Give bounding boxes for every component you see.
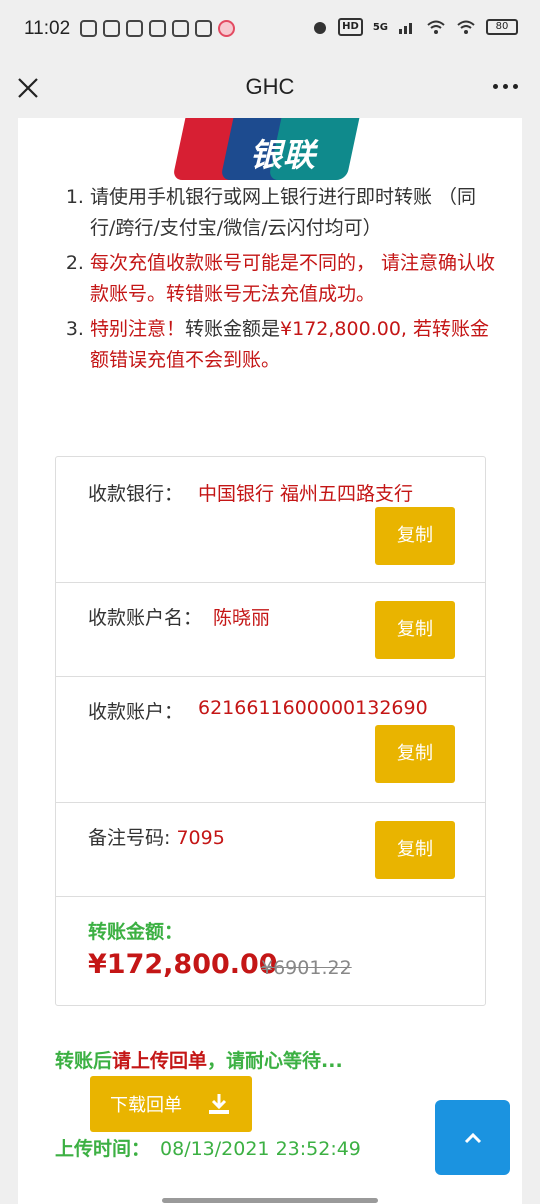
status-indicators: HD 5G 80 bbox=[312, 18, 518, 36]
upload-notice: 转账后请上传回单，请耐心等待... bbox=[55, 1050, 343, 1072]
account-name-row: 收款账户名： 陈晓丽 复制 bbox=[56, 583, 485, 677]
app-notification-icon bbox=[149, 20, 166, 37]
copy-bank-button[interactable]: 复制 bbox=[375, 507, 455, 565]
wifi-icon bbox=[427, 20, 445, 34]
account-name-label: 收款账户名： bbox=[88, 607, 203, 629]
app-notification-icon bbox=[195, 20, 212, 37]
note-row: 备注号码: 7095 复制 bbox=[56, 803, 485, 897]
unionpay-logo: 银联 bbox=[172, 118, 374, 180]
back-to-top-button[interactable] bbox=[435, 1100, 510, 1175]
alarm-icon bbox=[314, 22, 327, 34]
copy-account-name-button[interactable]: 复制 bbox=[375, 601, 455, 659]
original-amount: ¥6901.22 bbox=[261, 957, 352, 979]
app-notification-icon bbox=[126, 20, 143, 37]
signal-icon bbox=[399, 23, 412, 34]
download-receipt-button[interactable]: 下载回单 bbox=[90, 1076, 252, 1132]
page-title: GHC bbox=[245, 74, 295, 99]
network-type: 5G bbox=[372, 21, 388, 33]
copy-note-button[interactable]: 复制 bbox=[375, 821, 455, 879]
wifi-icon bbox=[457, 20, 475, 34]
bank-label: 收款银行： bbox=[88, 483, 184, 505]
amount-label: 转账金额： bbox=[88, 921, 184, 943]
copy-account-number-button[interactable]: 复制 bbox=[375, 725, 455, 783]
battery-icon: 80 bbox=[486, 19, 518, 35]
payment-page: 银联 请使用手机银行或网上银行进行即时转账 （同行/跨行/支付宝/微信/云闪付均… bbox=[18, 118, 522, 1204]
account-number-value: 6216611600000132690 bbox=[198, 697, 428, 719]
home-indicator[interactable] bbox=[162, 1198, 378, 1203]
download-label: 下载回单 bbox=[110, 1095, 182, 1116]
account-number-row: 收款账户： 6216611600000132690 复制 bbox=[56, 677, 485, 803]
instruction-item: 请使用手机银行或网上银行进行即时转账 （同行/跨行/支付宝/微信/云闪付均可） bbox=[90, 182, 500, 244]
logo-text: 银联 bbox=[250, 136, 317, 174]
amount-value: ¥172,800.00 bbox=[88, 949, 278, 980]
status-time: 11:02 bbox=[24, 18, 71, 39]
bank-row: 收款银行： 中国银行 福州五四路支行 复制 bbox=[56, 457, 485, 583]
app-header: GHC bbox=[0, 58, 540, 118]
hd-badge: HD bbox=[338, 18, 363, 36]
app-notification-icon bbox=[103, 20, 120, 37]
notification-icons bbox=[80, 20, 235, 37]
instruction-item: 每次充值收款账号可能是不同的， 请注意确认收款账号。转错账号无法充值成功。 bbox=[90, 248, 500, 310]
bank-value: 中国银行 福州五四路支行 bbox=[198, 483, 414, 505]
note-label: 备注号码: 7095 bbox=[88, 827, 225, 849]
instructions-list: 请使用手机银行或网上银行进行即时转账 （同行/跨行/支付宝/微信/云闪付均可） … bbox=[90, 182, 500, 380]
instruction-item: 特别注意！转账金额是¥172,800.00, 若转账金额错误充值不会到账。 bbox=[90, 314, 500, 376]
account-number-label: 收款账户： bbox=[88, 701, 184, 723]
more-options-icon[interactable] bbox=[493, 84, 518, 89]
app-notification-icon bbox=[172, 20, 189, 37]
status-bar: 11:02 HD 5G 80 bbox=[0, 0, 540, 58]
chevron-up-icon bbox=[464, 1132, 481, 1143]
app-notification-icon bbox=[80, 20, 97, 37]
app-notification-icon bbox=[218, 20, 235, 37]
amount-row: 转账金额： ¥172,800.00 ¥6901.22 bbox=[56, 897, 485, 1005]
download-icon bbox=[209, 1094, 229, 1114]
upload-time: 上传时间： 08/13/2021 23:52:49 bbox=[55, 1138, 361, 1160]
account-name-value: 陈晓丽 bbox=[213, 607, 271, 629]
bank-info-box: 收款银行： 中国银行 福州五四路支行 复制 收款账户名： 陈晓丽 复制 收款账户… bbox=[55, 456, 486, 1006]
